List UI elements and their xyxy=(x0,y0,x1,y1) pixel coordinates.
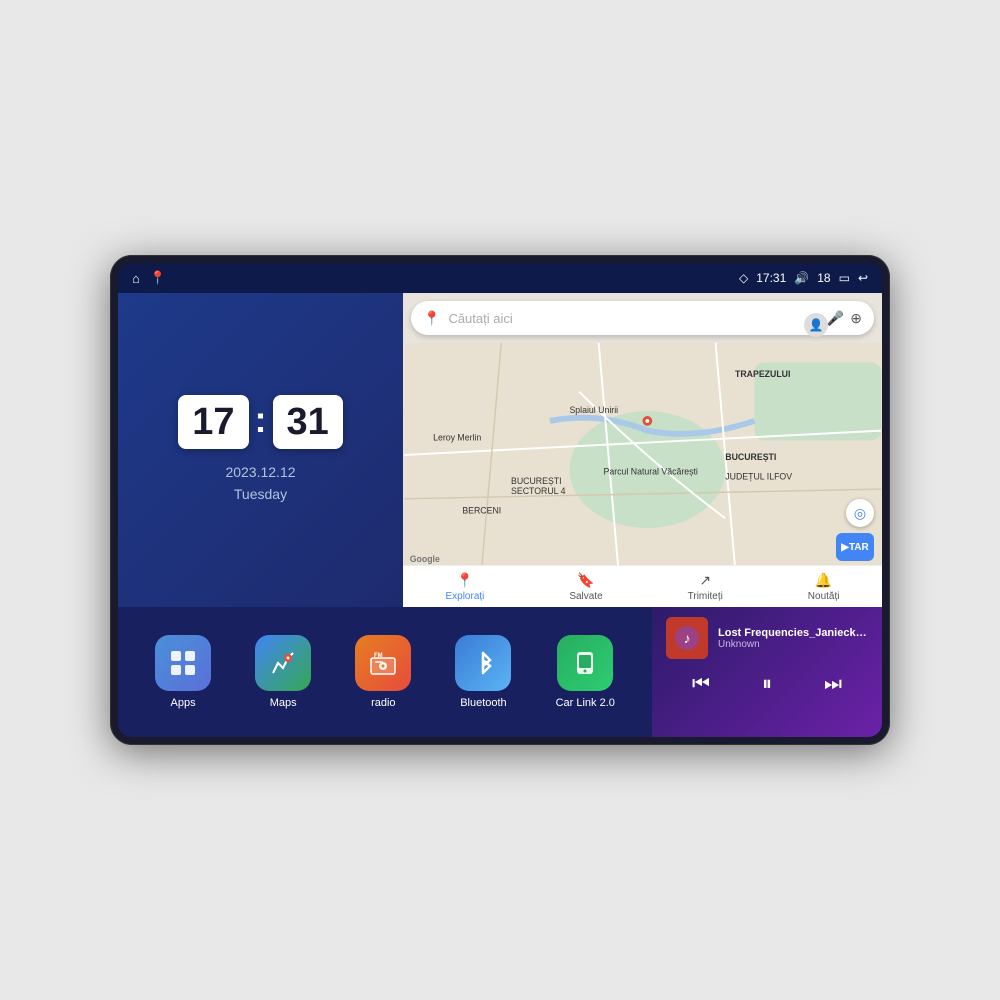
bottom-section: Apps Maps xyxy=(118,607,882,737)
map-tab-explorare-label: Explorați xyxy=(445,591,484,602)
status-bar: ⌂ 📍 ◇ 17:31 🔊 18 ▭ ↩ xyxy=(118,263,882,293)
apps-grid: Apps Maps xyxy=(118,607,652,737)
clock-date: 2023.12.12 Tuesday xyxy=(225,461,295,506)
mic-icon[interactable]: 🎤 xyxy=(827,310,844,327)
map-tab-explorare[interactable]: 📍 Explorați xyxy=(445,572,484,602)
map-search-placeholder: Căutați aici xyxy=(448,311,818,326)
clock-display: 17 : 31 xyxy=(178,395,343,449)
saved-icon: 🔖 xyxy=(577,572,594,589)
app-item-bluetooth[interactable]: Bluetooth xyxy=(455,635,511,709)
music-play-button[interactable]: ⏸ xyxy=(754,669,780,700)
home-icon[interactable]: ⌂ xyxy=(132,271,140,286)
music-controls: ⏮ ⏸ ⏭ xyxy=(666,665,868,704)
status-right: ◇ 17:31 🔊 18 ▭ ↩ xyxy=(739,271,868,285)
music-next-button[interactable]: ⏭ xyxy=(816,669,850,700)
back-icon[interactable]: ↩ xyxy=(858,271,868,285)
svg-text:Google: Google xyxy=(410,554,440,564)
app-item-apps[interactable]: Apps xyxy=(155,635,211,709)
car-head-unit: ⌂ 📍 ◇ 17:31 🔊 18 ▭ ↩ 17 : xyxy=(110,255,890,745)
svg-text:♪: ♪ xyxy=(684,630,691,646)
map-navigate-button[interactable]: ▶TAR xyxy=(836,533,874,561)
bluetooth-app-icon xyxy=(455,635,511,691)
radio-app-icon: FM xyxy=(355,635,411,691)
svg-text:TRAPEZULUI: TRAPEZULUI xyxy=(735,369,790,379)
explore-icon: 📍 xyxy=(456,572,473,589)
clock-panel: 17 : 31 2023.12.12 Tuesday xyxy=(118,293,403,607)
svg-text:BERCENI: BERCENI xyxy=(462,505,501,515)
clock-colon: : xyxy=(255,399,267,441)
app-item-radio[interactable]: FM radio xyxy=(355,635,411,709)
map-tab-salvate-label: Salvate xyxy=(569,591,602,602)
music-prev-button[interactable]: ⏮ xyxy=(684,669,718,700)
status-time: 17:31 xyxy=(756,271,786,285)
svg-text:SECTORUL 4: SECTORUL 4 xyxy=(511,486,566,496)
send-icon: ↗ xyxy=(699,572,711,589)
map-background: TRAPEZULUI BUCUREȘTI JUDEȚUL ILFOV BERCE… xyxy=(403,343,882,567)
user-avatar[interactable]: 👤 xyxy=(804,313,828,337)
apps-icon xyxy=(155,635,211,691)
carlink-app-icon xyxy=(557,635,613,691)
app-item-carlink[interactable]: Car Link 2.0 xyxy=(556,635,615,709)
carlink-label: Car Link 2.0 xyxy=(556,697,615,709)
map-panel[interactable]: 📍 Căutați aici 🎤 👤 ⊕ xyxy=(403,293,882,607)
music-text: Lost Frequencies_Janieck Devy-... Unknow… xyxy=(718,627,868,650)
music-player: ♪ Lost Frequencies_Janieck Devy-... Unkn… xyxy=(652,607,882,737)
clock-minutes: 31 xyxy=(273,395,343,449)
maps-label: Maps xyxy=(270,697,297,709)
map-bottom-bar: 📍 Explorați 🔖 Salvate ↗ Trimiteți 🔔 xyxy=(403,565,882,607)
music-thumbnail: ♪ xyxy=(666,617,708,659)
bluetooth-label: Bluetooth xyxy=(460,697,506,709)
battery-level: 18 xyxy=(817,271,830,285)
radio-label: radio xyxy=(371,697,395,709)
clock-hours: 17 xyxy=(178,395,248,449)
map-search-bar[interactable]: 📍 Căutați aici 🎤 👤 ⊕ xyxy=(411,301,874,335)
gps-icon: ◇ xyxy=(739,271,748,285)
map-tab-noutati[interactable]: 🔔 Noutăți xyxy=(808,572,840,602)
map-tab-trimiteti-label: Trimiteți xyxy=(688,591,723,602)
app-item-maps[interactable]: Maps xyxy=(255,635,311,709)
svg-text:Leroy Merlin: Leroy Merlin xyxy=(433,432,481,442)
map-compass[interactable]: ◎ xyxy=(846,499,874,527)
map-pin-icon: 📍 xyxy=(423,310,440,327)
music-track-info: ♪ Lost Frequencies_Janieck Devy-... Unkn… xyxy=(666,617,868,659)
svg-text:BUCUREȘTI: BUCUREȘTI xyxy=(511,476,562,486)
top-section: 17 : 31 2023.12.12 Tuesday 📍 Căutați aic… xyxy=(118,293,882,607)
map-tab-salvate[interactable]: 🔖 Salvate xyxy=(569,572,602,602)
svg-text:FM: FM xyxy=(374,653,383,659)
map-tab-trimiteti[interactable]: ↗ Trimiteți xyxy=(688,572,723,602)
battery-icon: ▭ xyxy=(839,271,850,285)
music-artist: Unknown xyxy=(718,639,868,650)
main-content: 17 : 31 2023.12.12 Tuesday 📍 Căutați aic… xyxy=(118,293,882,737)
volume-icon: 🔊 xyxy=(794,271,809,285)
maps-nav-icon[interactable]: 📍 xyxy=(150,270,166,286)
svg-text:BUCUREȘTI: BUCUREȘTI xyxy=(725,452,776,462)
layers-icon[interactable]: ⊕ xyxy=(850,310,862,327)
music-title: Lost Frequencies_Janieck Devy-... xyxy=(718,627,868,639)
map-search-actions: 🎤 👤 ⊕ xyxy=(827,310,862,327)
svg-text:Parcul Natural Văcărești: Parcul Natural Văcărești xyxy=(604,466,698,476)
device-screen: ⌂ 📍 ◇ 17:31 🔊 18 ▭ ↩ 17 : xyxy=(118,263,882,737)
svg-text:Splaiul Unirii: Splaiul Unirii xyxy=(569,405,618,415)
maps-app-icon xyxy=(255,635,311,691)
svg-text:JUDEȚUL ILFOV: JUDEȚUL ILFOV xyxy=(725,471,792,481)
status-left: ⌂ 📍 xyxy=(132,270,166,286)
news-icon: 🔔 xyxy=(815,572,832,589)
map-tab-noutati-label: Noutăți xyxy=(808,591,840,602)
apps-label: Apps xyxy=(171,697,196,709)
